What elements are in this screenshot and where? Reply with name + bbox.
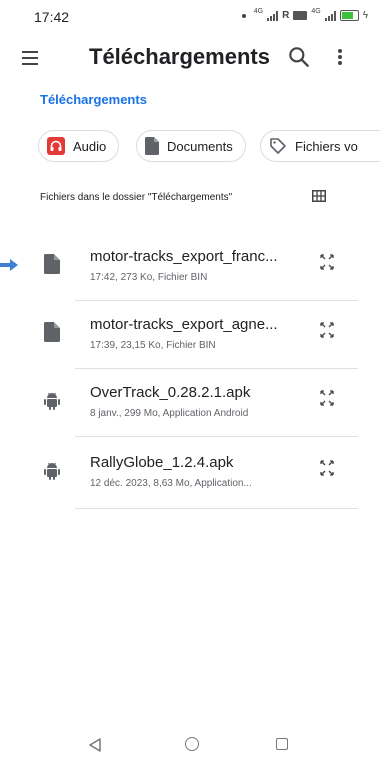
search-icon[interactable]: [286, 44, 312, 70]
file-name: motor-tracks_export_agne...: [90, 316, 278, 333]
chip-audio[interactable]: Audio: [38, 130, 120, 162]
home-circle-icon[interactable]: [185, 737, 199, 751]
file-meta: 8 janv., 299 Mo, Application Android: [90, 408, 249, 419]
filter-chips: Audio Documents Fichiers vo: [38, 130, 380, 164]
grid-view-icon[interactable]: [312, 190, 326, 202]
hamburger-menu-icon[interactable]: [20, 46, 44, 70]
expand-preview-icon[interactable]: [320, 254, 334, 270]
signal-icon-2: [324, 10, 336, 21]
notification-dot-icon: [241, 13, 246, 18]
file-row[interactable]: motor-tracks_export_agne... 17:39, 23,15…: [0, 302, 360, 366]
file-row[interactable]: motor-tracks_export_franc... 17:42, 273 …: [0, 234, 360, 298]
divider: [75, 508, 358, 509]
recents-square-icon[interactable]: [276, 738, 288, 750]
file-meta: 17:42, 273 Ko, Fichier BIN: [90, 272, 208, 283]
file-icon: [44, 322, 60, 342]
android-icon: [44, 462, 60, 480]
file-name: RallyGlobe_1.2.4.apk: [90, 454, 234, 471]
divider: [75, 300, 358, 301]
expand-preview-icon[interactable]: [320, 390, 334, 406]
page-title: Téléchargements: [89, 44, 270, 69]
divider: [75, 436, 358, 437]
chip-label: Fichiers vo: [295, 138, 358, 154]
section-label: Fichiers dans le dossier "Téléchargement…: [40, 192, 233, 203]
file-row[interactable]: OverTrack_0.28.2.1.apk 8 janv., 299 Mo, …: [0, 370, 360, 434]
file-name: OverTrack_0.28.2.1.apk: [90, 384, 251, 401]
document-icon: [145, 137, 159, 155]
android-icon: [44, 392, 60, 410]
roaming-badge: R: [282, 10, 290, 21]
status-bar: 17:42 4G R 4G ϟ: [0, 0, 380, 34]
network-type-label-2: 4G: [311, 8, 321, 15]
system-icons: 4G R 4G ϟ: [241, 8, 368, 21]
chip-documents[interactable]: Documents: [136, 130, 246, 162]
system-nav-bar: [0, 730, 380, 760]
divider: [75, 368, 358, 369]
file-meta: 17:39, 23,15 Ko, Fichier BIN: [90, 340, 216, 351]
chip-fichiers-vo[interactable]: Fichiers vo: [260, 130, 380, 162]
battery-icon: [339, 10, 359, 21]
expand-preview-icon[interactable]: [320, 322, 334, 338]
status-time: 17:42: [34, 9, 70, 25]
more-vert-icon[interactable]: [330, 44, 350, 70]
breadcrumb[interactable]: Téléchargements: [40, 92, 147, 107]
file-name: motor-tracks_export_franc...: [90, 248, 278, 265]
charging-icon: ϟ: [362, 10, 368, 21]
back-triangle-icon[interactable]: [88, 738, 102, 752]
file-row[interactable]: RallyGlobe_1.2.4.apk 12 déc. 2023, 8,63 …: [0, 440, 360, 504]
tag-icon: [270, 138, 286, 154]
signal-icon: [267, 10, 279, 21]
volte-icon: [293, 11, 308, 20]
network-type-label: 4G: [253, 8, 264, 15]
audio-icon: [47, 137, 65, 155]
chip-label: Audio: [73, 138, 107, 154]
file-meta: 12 déc. 2023, 8,63 Mo, Application...: [90, 478, 252, 489]
chip-label: Documents: [167, 138, 233, 154]
file-icon: [44, 254, 60, 274]
expand-preview-icon[interactable]: [320, 460, 334, 476]
app-bar: Téléchargements: [0, 34, 380, 82]
